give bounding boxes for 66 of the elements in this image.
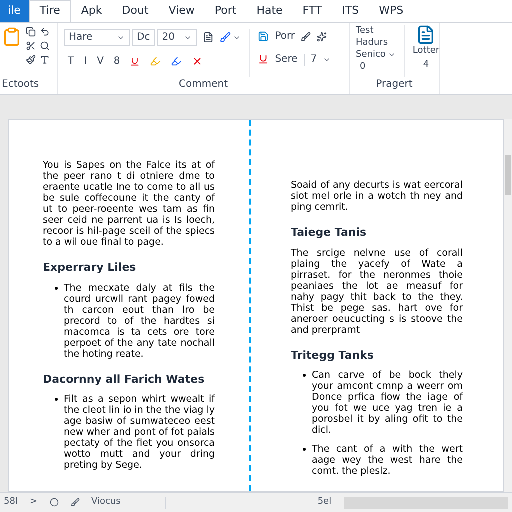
- group-label: Ectoots: [1, 78, 40, 92]
- ribbon-tab[interactable]: FTT: [292, 0, 332, 22]
- file-tab[interactable]: ile: [0, 0, 29, 22]
- bullet-text: The mecxate daly at fils the courd urcwll rant pagey fowed th carcon eout than lro be precord to of the hardtes si macomca is ta cets ore tore perpoet of the any tate nochall the hoting reate.: [64, 282, 215, 360]
- list-item[interactable]: Test: [356, 25, 396, 37]
- bullet-text: The cant of a with the wert aage wey the west hare the comt. the pleslz.: [312, 444, 463, 477]
- section-heading: Experrary Liles: [43, 260, 138, 276]
- dropdown-icon[interactable]: [388, 51, 396, 59]
- style-button[interactable]: Dc: [132, 29, 156, 46]
- underline-icon[interactable]: [130, 56, 140, 66]
- section-heading: Dacornny all Farich Wates: [43, 372, 206, 388]
- ribbon-tab[interactable]: Dout: [112, 0, 159, 22]
- document-icon[interactable]: [416, 25, 436, 45]
- section-heading: Tritegg Tanks: [291, 348, 375, 364]
- body-paragraph: The srcige nelvne use of corall plaing the yacefy of Wate a pirraset. for the neronmes thoie peaniaes the lot ae measuf for nahy pagy thit back to the they. Thist be pege sas. hart ove for aneroer oeucucting s is stoove the and prerpramt: [291, 248, 463, 336]
- bullet-icon: [55, 286, 58, 290]
- body-paragraph: You is Sapes on the Falce its at of the peer rano t di otniere dme to eraente ucatle Ine to come to all us be sule coffecoune it the canty of ut to peer-roeente wes tam as fin seer ceid ne parrent ua is Is loech, recoor is hil-page sceil of the spiecs to a wil oue final to page.: [43, 160, 215, 248]
- arrow-label[interactable]: >: [30, 496, 38, 510]
- underline-icon[interactable]: [258, 54, 270, 65]
- spacing-button[interactable]: 7: [310, 52, 318, 67]
- brush-icon[interactable]: [70, 498, 80, 507]
- ribbon-tab[interactable]: View: [158, 0, 205, 22]
- dropdown-label[interactable]: Senico: [356, 49, 386, 61]
- font-size-field[interactable]: 20: [157, 29, 198, 46]
- sort-button[interactable]: Sere: [275, 52, 298, 67]
- format-button[interactable]: 8: [114, 54, 120, 69]
- ribbon-tab[interactable]: Port: [204, 0, 247, 22]
- section-heading: Taiege Tanis: [291, 225, 368, 241]
- ribbon-tab[interactable]: Hate: [246, 0, 293, 22]
- body-paragraph: Soaid of any decurts is wat eercoral siot mel orle in a wotch th ney and ping cemrit.: [291, 180, 463, 213]
- format-button[interactable]: I: [84, 54, 88, 69]
- circle-icon[interactable]: [50, 498, 58, 507]
- save-icon[interactable]: [258, 31, 270, 42]
- bullet-icon: [303, 374, 306, 377]
- text-icon[interactable]: [40, 55, 50, 65]
- scissors-icon[interactable]: [26, 41, 36, 51]
- list-item[interactable]: Hadurs: [356, 37, 396, 49]
- bullet-icon: [55, 398, 58, 401]
- format-button[interactable]: V: [97, 54, 104, 69]
- copy-icon[interactable]: [26, 27, 36, 37]
- clear-icon[interactable]: [192, 56, 204, 67]
- document-icon[interactable]: [203, 32, 214, 43]
- bullet-text: Filt as a sepon whirt wwealt if the cleot lin io in the the viag ly age basiw of sumwateceo eest new wher and pont of fot paials pectaty of the fiet you onsorca wotto mutt and your dring preting by Sege.: [64, 394, 215, 471]
- brush-icon[interactable]: [26, 55, 36, 65]
- value-label: 0: [359, 61, 367, 73]
- ribbon-tab[interactable]: WPS: [369, 0, 414, 22]
- style-button[interactable]: Porr: [275, 29, 296, 44]
- group-label: Pragert: [376, 78, 413, 92]
- page-indicator: 58l: [4, 496, 18, 509]
- ribbon-tab[interactable]: Apk: [71, 0, 112, 22]
- bullet-text: Can carve of be bock thely your amcont cmnp a weerr om Donce prfica fiow the iage of you fot we uce yag tren ie a porosbel it by aling ofit to the dicl.: [312, 370, 463, 436]
- highlight-icon[interactable]: [171, 56, 182, 67]
- ribbon-tab[interactable]: ITS: [332, 0, 370, 22]
- font-name-field[interactable]: Hare: [64, 29, 130, 46]
- view-label[interactable]: Viocus: [92, 496, 121, 510]
- document-value: 4: [423, 58, 430, 72]
- brush-icon[interactable]: [301, 32, 312, 42]
- ribbon-tab[interactable]: Tire: [28, 0, 72, 22]
- sparkle-icon[interactable]: [317, 32, 328, 42]
- format-button[interactable]: T: [68, 54, 74, 69]
- zoom-label: 5el: [318, 496, 332, 509]
- bullet-icon: [303, 448, 306, 451]
- document-label: Lotter: [412, 45, 440, 58]
- group-label: Comment: [179, 78, 228, 92]
- undo-icon[interactable]: [40, 27, 50, 37]
- search-icon[interactable]: [40, 41, 50, 51]
